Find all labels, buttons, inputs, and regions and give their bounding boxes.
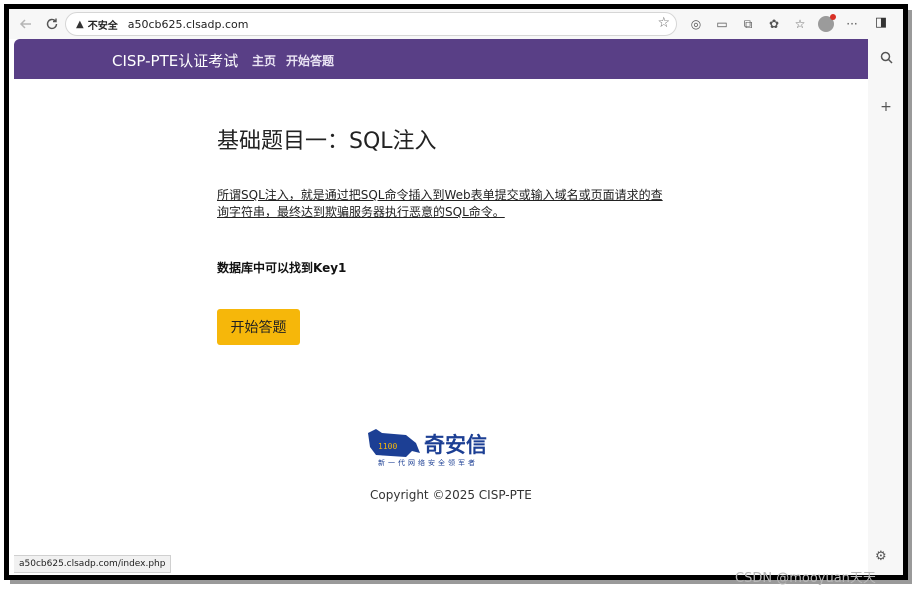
status-bar-url: a50cb625.clsadp.com/index.php <box>14 555 172 573</box>
nav-link-home[interactable]: 主页 <box>252 52 276 69</box>
company-logo: 1100 奇安信 新一代网络安全领军者 <box>366 427 516 473</box>
logo-slogan: 新一代网络安全领军者 <box>378 459 478 467</box>
start-quiz-button[interactable]: 开始答题 <box>217 309 300 345</box>
back-arrow-icon[interactable] <box>15 13 37 35</box>
page-title: 基础题目一：SQL注入 <box>217 129 437 154</box>
profile-icon[interactable] <box>815 13 837 35</box>
collections-icon[interactable]: ⧉ <box>737 13 759 35</box>
site-brand[interactable]: CISP-PTE认证考试 <box>112 50 238 71</box>
reading-view-icon[interactable]: ▭ <box>711 13 733 35</box>
extension-icon[interactable]: ◎ <box>685 13 707 35</box>
insecure-label: 不安全 <box>87 20 118 32</box>
browser-toolbar: ▲ 不安全 a50cb625.clsadp.com ☆ ◎ ▭ ⧉ ✿ ☆ ··… <box>9 9 903 39</box>
logo-text: 奇安信 <box>424 433 487 457</box>
copilot-icon[interactable]: ✿ <box>763 13 785 35</box>
svg-text:1100: 1100 <box>378 442 397 451</box>
copyright-text: Copyright ©2025 CISP-PTE <box>370 488 532 502</box>
url-text[interactable]: a50cb625.clsadp.com <box>128 18 249 31</box>
search-icon[interactable] <box>876 51 896 71</box>
sidebar-toggle-icon[interactable]: ◨ <box>871 15 891 35</box>
hint-text: 数据库中可以找到Key1 <box>217 261 347 275</box>
settings-gear-icon[interactable]: ⚙ <box>875 549 887 564</box>
add-icon[interactable]: + <box>876 99 896 119</box>
address-bar[interactable]: ▲ 不安全 a50cb625.clsadp.com ☆ <box>65 12 677 36</box>
watermark-text: CSDN @mooyuan天天 <box>735 571 876 586</box>
browser-window: ▲ 不安全 a50cb625.clsadp.com ☆ ◎ ▭ ⧉ ✿ ☆ ··… <box>4 4 908 580</box>
browser-sidebar: + <box>868 39 903 575</box>
favorite-star-icon[interactable]: ☆ <box>657 15 670 31</box>
reload-icon[interactable] <box>41 13 63 35</box>
page-viewport: CISP-PTE认证考试 主页 开始答题 基础题目一：SQL注入 所谓SQL注入… <box>14 39 868 575</box>
favorites-icon[interactable]: ☆ <box>789 13 811 35</box>
warning-icon: ▲ <box>76 18 84 30</box>
description-text: 所谓SQL注入，就是通过把SQL命令插入到Web表单提交或输入域名或页面请求的查… <box>217 188 663 219</box>
nav-link-start[interactable]: 开始答题 <box>286 52 334 69</box>
site-navbar: CISP-PTE认证考试 主页 开始答题 <box>14 39 868 79</box>
more-menu-icon[interactable]: ··· <box>841 13 863 35</box>
frame-shadow-right <box>908 10 912 584</box>
tiger-logo-icon: 1100 <box>368 429 420 457</box>
toolbar-actions: ◎ ▭ ⧉ ✿ ☆ ··· <box>685 13 863 35</box>
